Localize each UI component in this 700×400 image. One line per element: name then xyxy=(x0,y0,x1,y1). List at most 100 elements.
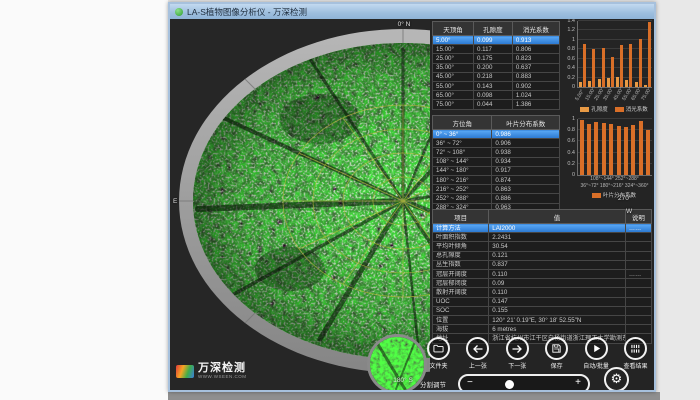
table-cell: 108° ~ 144° xyxy=(433,157,492,166)
table-cell: 120° 21' 0.19"E, 30° 18' 52.55"N xyxy=(489,316,626,325)
chart-bar xyxy=(592,49,595,87)
table-row[interactable]: 25.00°0.1750.823 xyxy=(433,54,560,63)
table-row[interactable]: 散射开阔度0.110 xyxy=(433,288,652,297)
chart-bar xyxy=(616,77,619,87)
leaf-distribution-chart: 00.20.40.60.81108°~144° 252°~288°36°~72°… xyxy=(564,119,652,199)
chart-bar xyxy=(646,130,650,175)
table-row[interactable]: 216° ~ 252°0.863 xyxy=(433,185,560,194)
table-row[interactable]: 55.00°0.1430.902 xyxy=(433,82,560,91)
app-icon xyxy=(175,8,183,16)
folder-button[interactable]: 文件夹 xyxy=(420,337,457,370)
slider-plus-button[interactable]: + xyxy=(575,377,581,389)
y-axis-tick: 1 xyxy=(572,116,575,122)
table-cell: 0.143 xyxy=(473,82,512,91)
table-cell: 0.886 xyxy=(492,194,560,203)
table-cell: 0.155 xyxy=(489,306,626,315)
table-row[interactable]: 180° ~ 216°0.874 xyxy=(433,176,560,185)
table-row[interactable]: 252° ~ 288°0.886 xyxy=(433,194,560,203)
table-cell: 0.09 xyxy=(489,279,626,288)
table-row[interactable]: 36° ~ 72°0.906 xyxy=(433,139,560,148)
table-cell: 冠层开阔度 xyxy=(433,270,489,279)
table-row[interactable]: 总孔隙度0.121 xyxy=(433,251,652,260)
table-row[interactable]: 计算方法LAI2000…… xyxy=(433,224,652,233)
wseen-logo-mark xyxy=(176,365,194,378)
table-cell xyxy=(625,288,651,297)
table-row[interactable]: 5.00°0.0990.913 xyxy=(433,36,560,45)
table-cell: 216° ~ 252° xyxy=(433,185,492,194)
table-row[interactable]: 144° ~ 180°0.917 xyxy=(433,166,560,175)
table-cell: 0.200 xyxy=(473,63,512,72)
table-row[interactable]: 75.00°0.0441.386 xyxy=(433,100,560,109)
table-row[interactable]: 冠层开阔度0.110…… xyxy=(433,270,652,279)
save-icon xyxy=(545,337,568,360)
table-row[interactable]: 108° ~ 144°0.934 xyxy=(433,157,560,166)
chart-bar xyxy=(617,126,621,175)
table-cell: 叶面积指数 xyxy=(433,233,489,242)
auto-button[interactable]: 自动/批量 xyxy=(578,337,615,370)
chart-bar xyxy=(620,45,623,87)
table-row[interactable]: 冠层郁闭度0.09 xyxy=(433,279,652,288)
table-cell: 0.147 xyxy=(489,297,626,306)
table-cell: 0.175 xyxy=(473,54,512,63)
slider-row: 分割调节 − + ⚙ 设置 xyxy=(420,367,654,390)
gear-icon: ⚙ xyxy=(611,373,623,386)
slider-minus-button[interactable]: − xyxy=(467,377,473,389)
y-axis-tick: 0.2 xyxy=(567,161,575,167)
table-cell: 1.386 xyxy=(512,100,559,109)
table-cell: LAI2000 xyxy=(489,224,626,233)
table-cell xyxy=(625,316,651,325)
table-cell xyxy=(625,251,651,260)
client-area: 0° N 180° S E 270° W 天顶角孔隙度消光系数5.00°0.09… xyxy=(170,19,654,390)
table-cell: 15.00° xyxy=(433,45,474,54)
chart-bar xyxy=(602,48,605,87)
prev-button[interactable]: 上一张 xyxy=(459,337,496,370)
table-row[interactable]: 15.00°0.1170.806 xyxy=(433,45,560,54)
table-cell: UOC xyxy=(433,297,489,306)
table-row[interactable]: 65.00°0.0981.024 xyxy=(433,91,560,100)
table-cell xyxy=(625,260,651,269)
table-cell: 252° ~ 288° xyxy=(433,194,492,203)
y-axis-tick: 0.4 xyxy=(567,150,575,156)
table-row[interactable]: 0° ~ 36°0.986 xyxy=(433,130,560,139)
table-cell: 0.906 xyxy=(492,139,560,148)
table-cell: 144° ~ 180° xyxy=(433,166,492,175)
column-header: 值 xyxy=(489,210,626,224)
window-title: LA-S植物图像分析仪 - 万深检测 xyxy=(187,6,307,18)
compass-label-north: 0° N xyxy=(375,21,433,28)
arrow-left-icon xyxy=(466,337,489,360)
table-row[interactable]: 丛生指数0.837 xyxy=(433,260,652,269)
table-row[interactable]: 海拔6 metres xyxy=(433,325,652,334)
chart-bar xyxy=(587,124,591,175)
next-button[interactable]: 下一张 xyxy=(499,337,536,370)
table-cell: 0.806 xyxy=(512,45,559,54)
save-button[interactable]: 保存 xyxy=(538,337,575,370)
table-cell: 72° ~ 108° xyxy=(433,148,492,157)
y-axis-tick: 1 xyxy=(572,37,575,43)
chart-bar xyxy=(631,125,635,175)
table-cell: 0.117 xyxy=(473,45,512,54)
results-button[interactable]: 查看结果 xyxy=(617,337,654,370)
app-window: LA-S植物图像分析仪 - 万深检测 xyxy=(168,2,656,392)
settings-button[interactable]: ⚙ 设置 xyxy=(604,367,629,390)
y-axis-tick: 0.6 xyxy=(567,56,575,62)
table-cell xyxy=(625,279,651,288)
table-cell: 65.00° xyxy=(433,91,474,100)
table-row[interactable]: UOC0.147 xyxy=(433,297,652,306)
table-row[interactable]: 位置120° 21' 0.19"E, 30° 18' 52.55"N xyxy=(433,316,652,325)
table-cell: 6 metres xyxy=(489,325,626,334)
y-axis-tick: 1.4 xyxy=(567,19,575,24)
table-cell xyxy=(625,325,651,334)
table-row[interactable]: SOC0.155 xyxy=(433,306,652,315)
segmentation-slider[interactable]: − + xyxy=(458,374,590,390)
table-cell: 0.934 xyxy=(492,157,560,166)
table-row[interactable]: 叶面积指数2.2431 xyxy=(433,233,652,242)
table-row[interactable]: 72° ~ 108°0.938 xyxy=(433,148,560,157)
title-bar[interactable]: LA-S植物图像分析仪 - 万深检测 xyxy=(170,4,654,19)
table-row[interactable]: 45.00°0.2180.883 xyxy=(433,72,560,81)
chart-bar xyxy=(579,82,582,87)
chart-bar xyxy=(624,127,628,175)
slider-thumb[interactable] xyxy=(505,380,514,389)
table-row[interactable]: 35.00°0.2000.637 xyxy=(433,63,560,72)
table-cell: 5.00° xyxy=(433,36,474,45)
table-row[interactable]: 平均叶倾角30.54 xyxy=(433,242,652,251)
